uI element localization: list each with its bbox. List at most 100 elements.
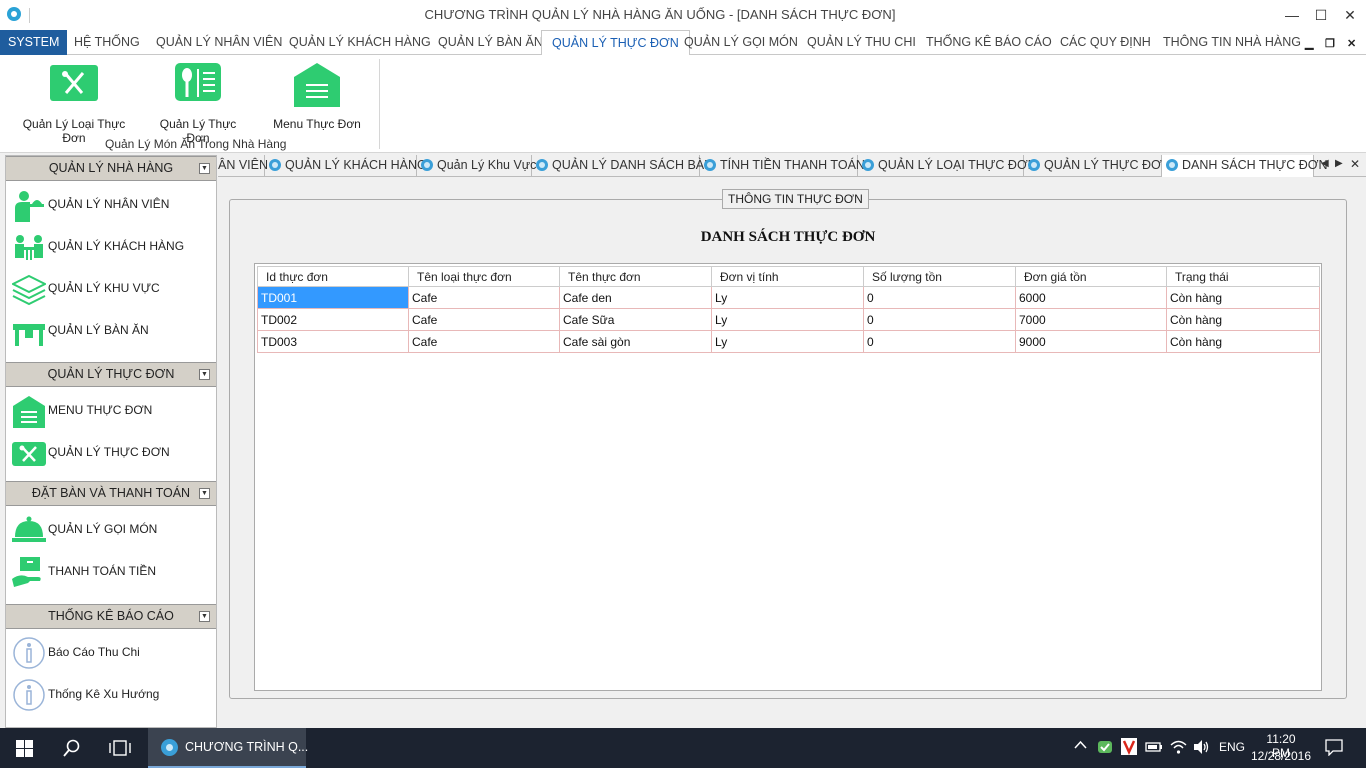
grid-cell[interactable]: 9000 bbox=[1015, 330, 1167, 353]
grid-cell[interactable]: Cafe bbox=[408, 308, 560, 331]
sidebar-item-khu-vuc[interactable]: QUẢN LÝ KHU VỰC bbox=[6, 268, 216, 308]
grid-cell[interactable]: Cafe bbox=[408, 286, 560, 309]
sidebar-group-dat-ban-thanh-toan[interactable]: ĐẶT BÀN VÀ THANH TOÁN ▼ bbox=[6, 481, 216, 506]
doc-tab-label: DANH SÁCH THỰC ĐƠN bbox=[1182, 158, 1328, 172]
sidebar-item-nhan-vien[interactable]: QUẢN LÝ NHÂN VIÊN bbox=[6, 184, 216, 224]
close-button[interactable]: ✕ bbox=[1340, 5, 1360, 25]
chevron-down-icon[interactable]: ▼ bbox=[199, 488, 210, 499]
menu-data-grid[interactable]: Id thực đơn Tên loại thực đơn Tên thực đ… bbox=[257, 266, 1320, 353]
grid-cell[interactable]: 7000 bbox=[1015, 308, 1167, 331]
grid-cell[interactable]: Ly bbox=[711, 286, 864, 309]
windows-start-icon[interactable] bbox=[16, 740, 33, 760]
chevron-down-icon[interactable]: ▼ bbox=[199, 369, 210, 380]
menu-category-button[interactable]: Quản Lý Loại Thực Đơn bbox=[12, 61, 136, 145]
grid-cell[interactable]: Ly bbox=[711, 330, 864, 353]
diners-icon bbox=[12, 230, 46, 262]
grid-cell[interactable]: TD003 bbox=[257, 330, 409, 353]
mdi-restore-button[interactable]: ❐ bbox=[1325, 37, 1335, 50]
tab-thong-ke-bao-cao[interactable]: THỐNG KÊ BÁO CÁO bbox=[916, 30, 1062, 55]
menu-list-button[interactable]: Menu Thực Đơn bbox=[272, 61, 362, 131]
app-icon bbox=[161, 739, 178, 756]
grid-cell[interactable]: Cafe Sữa bbox=[559, 308, 712, 331]
taskbar-app-button[interactable]: CHƯƠNG TRÌNH Q... bbox=[148, 728, 308, 768]
chevron-down-icon[interactable]: ▼ bbox=[199, 163, 210, 174]
tab-scroll-left-button[interactable]: ◀ bbox=[1321, 158, 1329, 169]
sidebar-item-thong-ke-xu-huong[interactable]: Thống Kê Xu Hướng bbox=[6, 674, 216, 714]
column-header[interactable]: Đơn giá tồn bbox=[1015, 266, 1167, 287]
doc-tab-danh-sach-ban[interactable]: QUẢN LÝ DANH SÁCH BÀN bbox=[532, 155, 713, 177]
sidebar-group-quan-ly-nha-hang[interactable]: QUẢN LÝ NHÀ HÀNG ▼ bbox=[6, 156, 216, 181]
table-row[interactable]: TD002 Cafe Cafe Sữa Ly 0 7000 Còn hàng bbox=[257, 308, 1320, 331]
menu-item-button[interactable]: Quản Lý Thực Đơn bbox=[148, 61, 248, 145]
minimize-button[interactable]: — bbox=[1282, 5, 1302, 25]
column-header[interactable]: Tên loại thực đơn bbox=[408, 266, 560, 287]
grid-cell[interactable]: Còn hàng bbox=[1166, 286, 1320, 309]
doc-tab-tinh-tien[interactable]: TÍNH TIỀN THANH TOÁN bbox=[700, 155, 865, 177]
mdi-minimize-button[interactable]: ▁ bbox=[1305, 37, 1313, 50]
tab-thong-tin-nha-hang[interactable]: THÔNG TIN NHÀ HÀNG bbox=[1153, 30, 1311, 55]
clock-date[interactable]: 12/28/2016 bbox=[1248, 749, 1314, 763]
grid-cell[interactable]: 0 bbox=[863, 308, 1016, 331]
sidebar-item-bao-cao-thu-chi[interactable]: Báo Cáo Thu Chi bbox=[6, 632, 216, 672]
tab-quan-ly-thu-chi[interactable]: QUẢN LÝ THU CHI bbox=[797, 30, 926, 55]
task-view-icon[interactable] bbox=[109, 740, 131, 759]
tab-quan-ly-khach-hang[interactable]: QUẢN LÝ KHÁCH HÀNG bbox=[279, 30, 441, 55]
notification-icon[interactable] bbox=[1325, 739, 1343, 759]
grid-cell[interactable]: Cafe den bbox=[559, 286, 712, 309]
grid-cell[interactable]: Cafe sài gòn bbox=[559, 330, 712, 353]
sidebar-item-label: QUẢN LÝ THỰC ĐƠN bbox=[48, 445, 170, 459]
sidebar-item-ban-an[interactable]: QUẢN LÝ BÀN ĂN bbox=[6, 310, 216, 350]
ribbon-group-label: Quản Lý Món Ăn Trong Nhà Hàng bbox=[105, 137, 287, 151]
doc-tab-loai-thuc-don[interactable]: QUẢN LÝ LOẠI THỰC ĐƠN bbox=[858, 155, 1037, 177]
tab-scroll-right-button[interactable]: ▶ bbox=[1335, 158, 1343, 169]
doc-tab-thuc-don[interactable]: QUẢN LÝ THỰC ĐƠN bbox=[1024, 155, 1171, 177]
table-row[interactable]: TD003 Cafe Cafe sài gòn Ly 0 9000 Còn hà… bbox=[257, 330, 1320, 353]
column-header[interactable]: Trạng thái bbox=[1166, 266, 1320, 287]
maximize-button[interactable]: ☐ bbox=[1311, 5, 1331, 25]
grid-cell[interactable]: 6000 bbox=[1015, 286, 1167, 309]
chevron-down-icon[interactable]: ▼ bbox=[199, 611, 210, 622]
sidebar-item-thanh-toan[interactable]: THANH TOÁN TIỀN bbox=[6, 551, 216, 591]
language-indicator[interactable]: ENG bbox=[1219, 740, 1245, 754]
tab-quan-ly-ban-an[interactable]: QUẢN LÝ BÀN ĂN bbox=[428, 30, 553, 55]
tab-quan-ly-thuc-don[interactable]: QUẢN LÝ THỰC ĐƠN bbox=[541, 30, 690, 56]
grid-cell[interactable]: Cafe bbox=[408, 330, 560, 353]
table-row[interactable]: TD001 Cafe Cafe den Ly 0 6000 Còn hàng bbox=[257, 286, 1320, 309]
grid-cell[interactable]: 0 bbox=[863, 330, 1016, 353]
sidebar-item-goi-mon[interactable]: QUẢN LÝ GỌI MÓN bbox=[6, 509, 216, 549]
doc-tab-danh-sach-thuc-don[interactable]: DANH SÁCH THỰC ĐƠN bbox=[1162, 155, 1327, 177]
volume-icon[interactable] bbox=[1193, 739, 1210, 758]
wifi-icon[interactable] bbox=[1170, 739, 1187, 758]
grid-cell[interactable]: Ly bbox=[711, 308, 864, 331]
fork-knife-icon bbox=[12, 436, 46, 468]
sidebar-item-thuc-don[interactable]: QUẢN LÝ THỰC ĐƠN bbox=[6, 432, 216, 472]
doc-tab-khach-hang[interactable]: QUẢN LÝ KHÁCH HÀNG bbox=[265, 155, 427, 177]
mdi-close-button[interactable]: ✕ bbox=[1347, 37, 1356, 50]
battery-icon[interactable] bbox=[1145, 740, 1163, 757]
grid-cell[interactable]: Còn hàng bbox=[1166, 308, 1320, 331]
doc-tab-khu-vuc[interactable]: Quản Lý Khu Vực bbox=[417, 155, 536, 177]
doc-tab-nhan-vien[interactable]: ÂN VIÊN bbox=[218, 155, 268, 177]
tab-quan-ly-goi-mon[interactable]: QUẢN LÝ GỌI MÓN bbox=[674, 30, 808, 55]
sidebar-group-thong-ke-bao-cao[interactable]: THỐNG KÊ BÁO CÁO ▼ bbox=[6, 604, 216, 629]
grid-cell[interactable]: TD001 bbox=[257, 286, 409, 309]
column-header[interactable]: Tên thực đơn bbox=[559, 266, 712, 287]
tab-close-button[interactable]: ✕ bbox=[1350, 157, 1360, 171]
grid-cell[interactable]: Còn hàng bbox=[1166, 330, 1320, 353]
grid-cell[interactable]: 0 bbox=[863, 286, 1016, 309]
tab-cac-quy-dinh[interactable]: CÁC QUY ĐỊNH bbox=[1050, 30, 1161, 55]
sidebar-item-menu-thuc-don[interactable]: MENU THỰC ĐƠN bbox=[6, 390, 216, 430]
tab-quan-ly-nhan-vien[interactable]: QUẢN LÝ NHÂN VIÊN bbox=[146, 30, 292, 55]
tab-he-thong[interactable]: HỆ THỐNG bbox=[64, 30, 150, 55]
sidebar-item-khach-hang[interactable]: QUẢN LÝ KHÁCH HÀNG bbox=[6, 226, 216, 266]
tab-system[interactable]: SYSTEM bbox=[0, 30, 68, 55]
sidebar-group-quan-ly-thuc-don[interactable]: QUẢN LÝ THỰC ĐƠN ▼ bbox=[6, 362, 216, 387]
chevron-up-icon[interactable] bbox=[1074, 739, 1087, 755]
column-header[interactable]: Đơn vị tính bbox=[711, 266, 864, 287]
vivaldi-icon[interactable] bbox=[1121, 738, 1137, 758]
grid-cell[interactable]: TD002 bbox=[257, 308, 409, 331]
shield-app-icon[interactable] bbox=[1097, 739, 1113, 758]
column-header[interactable]: Số lượng tồn bbox=[863, 266, 1016, 287]
column-header[interactable]: Id thực đơn bbox=[257, 266, 409, 287]
search-icon[interactable] bbox=[63, 739, 81, 760]
